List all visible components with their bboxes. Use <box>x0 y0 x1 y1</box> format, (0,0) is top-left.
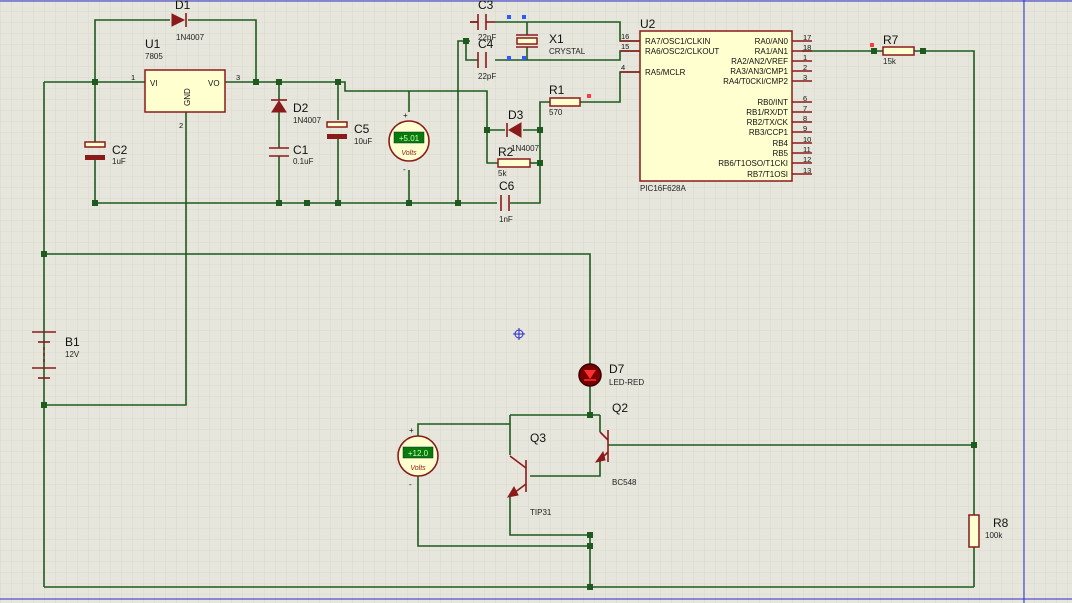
u2-right-pin-number: 7 <box>803 104 807 113</box>
d1-ref: D1 <box>175 0 191 12</box>
u2-right-pin-name: RB2/TX/CK <box>747 118 789 127</box>
u1-ref: U1 <box>145 37 161 51</box>
c6-ref: C6 <box>499 179 515 193</box>
voltmeter-2-minus: - <box>409 480 412 489</box>
c3-ref: C3 <box>478 0 494 12</box>
u1-pin-vo: VO <box>208 79 220 88</box>
r2-value: 5k <box>498 169 507 178</box>
u2-ref: U2 <box>640 17 656 31</box>
c6-value: 1nF <box>499 215 513 224</box>
u2-right-pin-number: 13 <box>803 166 811 175</box>
u2-right-pin-number: 6 <box>803 94 807 103</box>
u2-right-pin-name: RA1/AN1 <box>755 47 789 56</box>
u2-right-pin-number: 18 <box>803 43 811 52</box>
u2-right-pin-name: RB4 <box>772 139 788 148</box>
c4-ref: C4 <box>478 37 494 51</box>
u1-pin-vi: VI <box>150 79 158 88</box>
u2-right-pin-name: RB0/INT <box>757 98 788 107</box>
d3-value: 1N4007 <box>511 144 540 153</box>
b1-ref: B1 <box>65 335 80 349</box>
voltmeter-2-plus: + <box>409 426 414 435</box>
r1-ref: R1 <box>549 83 565 97</box>
voltmeter-1-reading: +5.01 <box>399 134 420 143</box>
voltmeter-1-unit: Volts <box>401 150 417 157</box>
c5-ref: C5 <box>354 122 370 136</box>
u1-value: 7805 <box>145 52 163 61</box>
microcontroller-u2[interactable]: U2 PIC16F628A RA7/OSC1/CLKIN16RA6/OSC2/C… <box>620 17 812 193</box>
u1-pin3-num: 3 <box>236 73 240 82</box>
u2-left-pin-name: RA6/OSC2/CLKOUT <box>645 47 719 56</box>
u1-pin1-num: 1 <box>131 73 135 82</box>
u2-left-pin-number: 4 <box>621 63 625 72</box>
q2-value: BC548 <box>612 478 637 487</box>
d7-ref: D7 <box>609 362 625 376</box>
q3-ref: Q3 <box>530 431 546 445</box>
u2-value: PIC16F628A <box>640 184 686 193</box>
u2-right-pin-number: 10 <box>803 135 811 144</box>
c2-value: 1uF <box>112 157 126 166</box>
u2-right-pin-number: 17 <box>803 33 811 42</box>
c1-ref: C1 <box>293 143 309 157</box>
r7-ref: R7 <box>883 33 899 47</box>
u1-pin-gnd: GND <box>183 88 192 106</box>
q3-value: TIP31 <box>530 508 552 517</box>
u2-left-pin-number: 15 <box>621 42 629 51</box>
u2-left-pin-number: 16 <box>621 32 629 41</box>
voltmeter-1-plus: + <box>403 111 408 120</box>
r2-ref: R2 <box>498 145 514 159</box>
d3-ref: D3 <box>508 108 524 122</box>
u2-right-pin-name: RB6/T1OSO/T1CKI <box>718 159 788 168</box>
u2-right-pin-number: 2 <box>803 63 807 72</box>
u2-right-pin-name: RA0/AN0 <box>755 37 789 46</box>
u2-right-pin-name: RA2/AN2/VREF <box>731 57 788 66</box>
u2-left-pin-name: RA5/MCLR <box>645 68 686 77</box>
u2-left-pin-name: RA7/OSC1/CLKIN <box>645 37 711 46</box>
d7-value: LED-RED <box>609 378 644 387</box>
u2-right-pin-number: 1 <box>803 53 807 62</box>
u2-right-pin-name: RB7/T1OSI <box>747 170 788 179</box>
r7-value: 15k <box>883 57 897 66</box>
b1-value: 12V <box>65 350 80 359</box>
d2-ref: D2 <box>293 101 309 115</box>
r8-value: 100k <box>985 531 1003 540</box>
u2-right-pin-number: 9 <box>803 124 807 133</box>
u2-right-pin-name: RA3/AN3/CMP1 <box>730 67 788 76</box>
u1-pin2-num: 2 <box>179 121 183 130</box>
c2-ref: C2 <box>112 143 128 157</box>
r1-value: 570 <box>549 108 563 117</box>
u2-right-pin-number: 3 <box>803 73 807 82</box>
u2-right-pin-name: RB1/RX/DT <box>746 108 788 117</box>
u2-right-pin-number: 12 <box>803 155 811 164</box>
u2-right-pin-number: 11 <box>803 145 811 154</box>
c4-value: 22pF <box>478 72 496 81</box>
u2-right-pin-name: RA4/T0CKI/CMP2 <box>723 77 788 86</box>
voltmeter-1-minus: - <box>403 165 406 174</box>
u2-right-pin-name: RB5 <box>772 149 788 158</box>
voltmeter-2-unit: Volts <box>410 465 426 472</box>
schematic-canvas[interactable]: U1 7805 VI VO GND 1 3 2 D1 1N4007 C2 1uF… <box>0 0 1072 603</box>
d2-value: 1N4007 <box>293 116 322 125</box>
x1-ref: X1 <box>549 32 564 46</box>
q2-ref: Q2 <box>612 401 628 415</box>
r8-ref: R8 <box>993 516 1009 530</box>
u2-right-pin-name: RB3/CCP1 <box>749 128 789 137</box>
d1-value: 1N4007 <box>176 33 205 42</box>
voltmeter-2-reading: +12.0 <box>408 449 429 458</box>
c5-value: 10uF <box>354 137 372 146</box>
x1-value: CRYSTAL <box>549 47 586 56</box>
u2-right-pin-number: 8 <box>803 114 807 123</box>
c1-value: 0.1uF <box>293 157 314 166</box>
